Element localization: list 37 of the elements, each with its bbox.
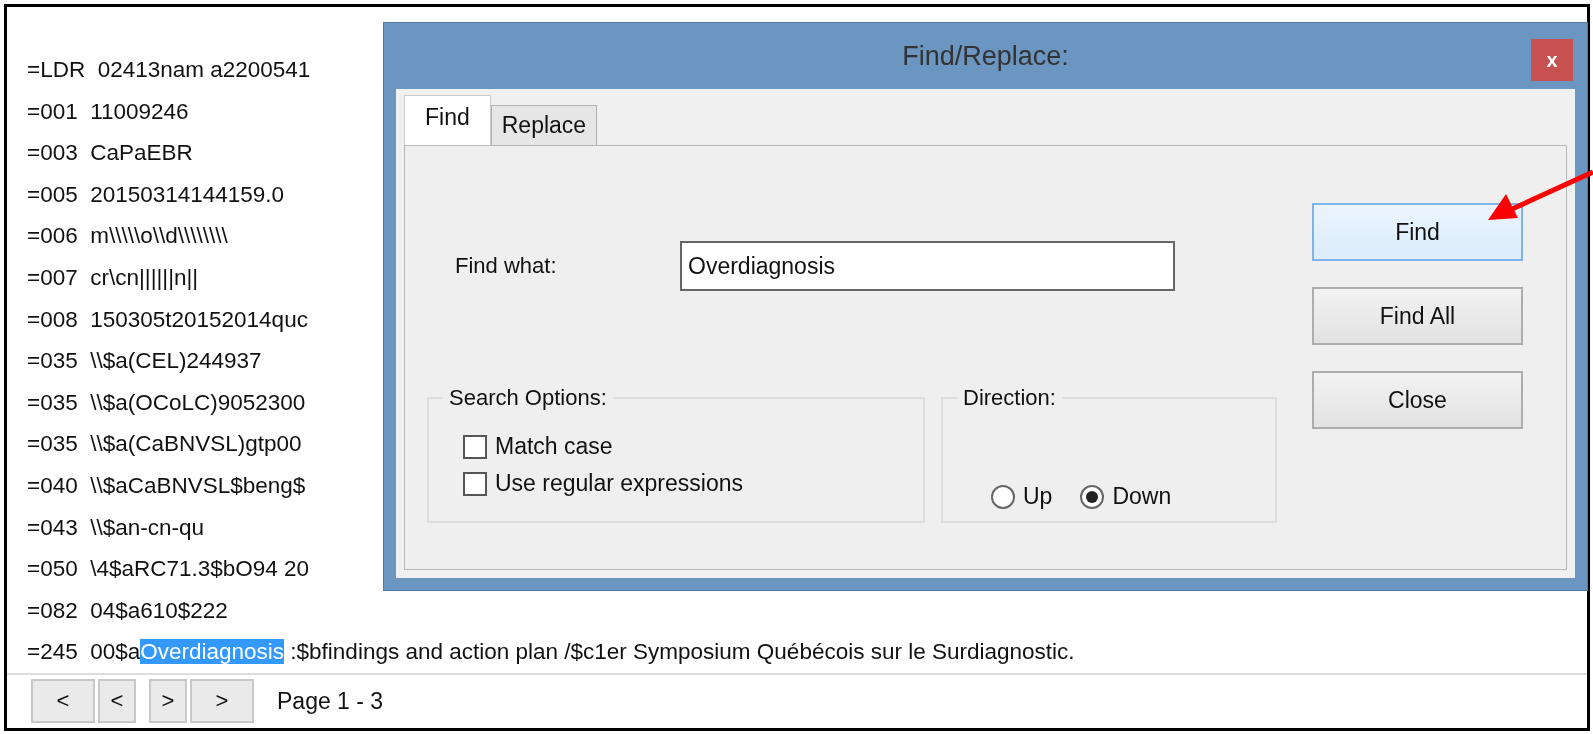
checkbox-label: Match case [495, 433, 613, 460]
window-close-button[interactable]: x [1531, 39, 1573, 81]
field-label: Find what: [454, 253, 558, 279]
radio-button[interactable] [991, 484, 1015, 509]
radio-button[interactable] [1080, 484, 1105, 509]
record-line: =LDR 02413nam a2200541 [27, 56, 311, 84]
record-line: =035 \\$a(CEL)244937 [27, 347, 262, 376]
dialog-button[interactable]: Find All [1312, 287, 1523, 345]
record-line: =043 \\$an-cn-qu [27, 513, 204, 542]
record-line: =035 \\$a(CaBNVSL)gtp00 [27, 430, 302, 459]
find-field[interactable]: Overdiagnosis [680, 241, 1175, 291]
checkbox-label: Use regular expressions [495, 470, 743, 497]
dialog-title: Find/Replace: [902, 40, 1069, 72]
checkbox[interactable] [463, 434, 487, 459]
page-nav-button[interactable]: > [190, 679, 254, 724]
record-line: =005 20150314144159.0 [27, 180, 285, 209]
checkbox[interactable] [463, 471, 487, 496]
page-indicator: Page 1 - 3 [277, 687, 384, 715]
record-line: =040 \\$aCaBNVSL$beng$ [27, 471, 306, 500]
record-line: =007 cr\cn||||||n|| [27, 263, 199, 292]
record-line: =050 \4$aRC71.3$bO94 20 [27, 555, 310, 584]
record-line: =001 11009246 [27, 97, 189, 126]
record-line: =035 \\$a(OCoLC)9052300 [27, 388, 306, 417]
record-line: =082 04$a610$222 [27, 596, 228, 625]
tab[interactable]: Find [404, 95, 491, 145]
record-line: =008 150305t20152014quc [27, 305, 308, 334]
page-nav-button[interactable]: < [98, 679, 136, 724]
radio-label: Down [1112, 483, 1172, 510]
tab[interactable]: Replace [490, 105, 598, 145]
page-nav-button[interactable]: < [31, 679, 95, 724]
record-line: =003 CaPaEBR [27, 139, 193, 168]
dialog-button[interactable]: Close [1312, 371, 1523, 429]
radio-label: Up [1023, 483, 1053, 510]
record-line: =006 m\\\\\o\\d\\\\\\\\ [27, 222, 228, 251]
page-nav-button[interactable]: > [149, 679, 187, 724]
dialog-button[interactable]: Find [1312, 203, 1523, 261]
record-line: =245 00$aOverdiagnosis :$bfindings and action plan /$c1er Symposium Québécois sur le Surdiagnostic. [27, 638, 1075, 667]
